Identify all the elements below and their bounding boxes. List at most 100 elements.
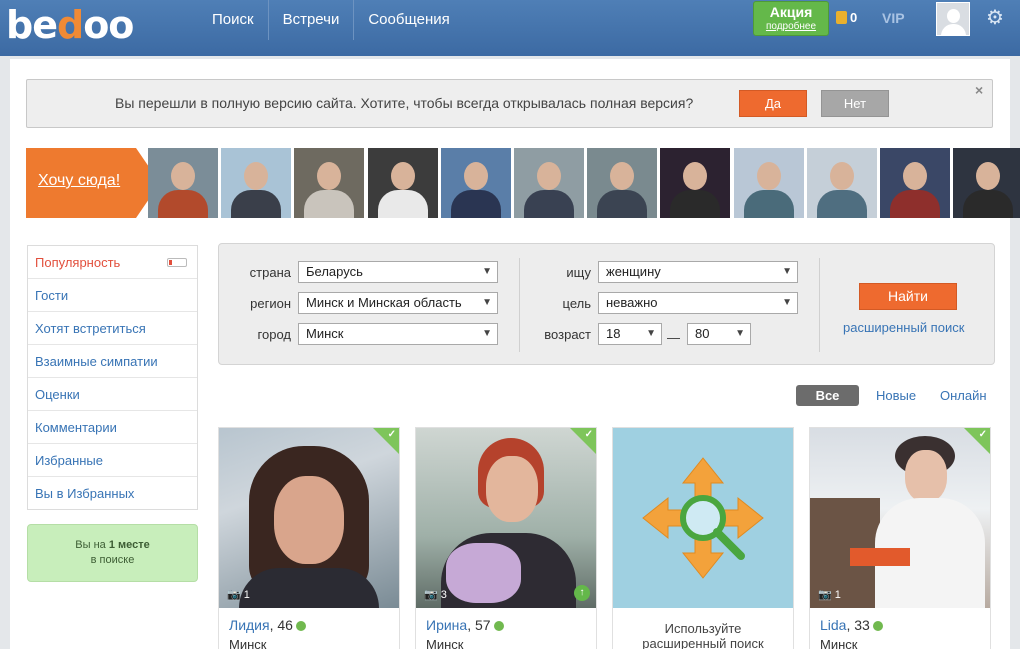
advanced-search-illustration [613,428,793,608]
strip-user-photo[interactable] [587,148,658,218]
tab-new[interactable]: Новые [876,388,916,403]
profile-name-link[interactable]: Лидия [229,617,270,633]
seek-value: женщину [606,264,661,279]
region-select[interactable]: Минск и Минская область ▼ [298,292,498,314]
gear-icon[interactable]: ⚙ [986,7,1004,29]
strip-user-photo[interactable] [148,148,218,218]
nav-search[interactable]: Поиск [198,0,268,40]
promo-button[interactable]: Акция подробнее [753,1,829,36]
strip-user-photo[interactable] [514,148,584,218]
promo-details-link[interactable]: подробнее [754,21,828,33]
age-to-select[interactable]: 80 ▼ [687,323,751,345]
profile-city: Минск [426,637,464,649]
want-here-button[interactable]: Хочу сюда! [26,148,136,218]
age-from-select[interactable]: 18 ▼ [598,323,662,345]
chevron-down-icon: ▼ [482,266,492,277]
user-avatar[interactable] [936,2,970,36]
goal-value: неважно [606,295,658,310]
city-select[interactable]: Минск ▼ [298,323,498,345]
profile-name[interactable]: Лидия, 46 [229,617,306,633]
sidebar-item-want-to-meet[interactable]: Хотят встретиться [28,312,197,345]
profile-photo[interactable] [219,428,399,608]
online-dot-icon [872,621,883,631]
photo-count: 1 [834,589,841,601]
goal-select[interactable]: неважно ▼ [598,292,798,314]
close-icon[interactable]: × [975,82,983,98]
strip-user-photo[interactable] [806,148,877,218]
coins-icon [836,11,847,24]
divider [819,258,820,352]
search-form: страна Беларусь ▼ регион Минск и Минская … [218,243,995,365]
chevron-down-icon: ▼ [782,297,792,308]
sidebar-item-guests[interactable]: Гости [28,279,197,312]
profile-name-link[interactable]: Lida [820,617,846,633]
tab-online[interactable]: Онлайн [940,388,987,403]
strip-user-photo[interactable] [660,148,731,218]
main-nav: Поиск Встречи Сообщения [198,0,464,40]
tab-all[interactable]: Все [796,385,859,406]
check-icon: ✓ [584,429,593,440]
sidebar-item-label: Популярность [35,255,121,270]
advanced-search-card[interactable]: Используйте расширенный поиск [612,427,794,649]
profile-age: , 57 [467,617,491,633]
profile-name[interactable]: Ирина, 57 [426,617,504,633]
profile-photo[interactable] [416,428,596,608]
profile-card[interactable]: ✓ 📷 3 ↑ Ирина, 57 Минск [415,427,597,649]
strip-user-photo[interactable] [440,148,511,218]
featured-strip: Хочу сюда! [26,148,1020,218]
sidebar-item-in-favorites[interactable]: Вы в Избранных [28,477,197,510]
no-button[interactable]: Нет [821,90,889,117]
yes-button[interactable]: Да [739,90,807,117]
logo[interactable]: bedoo [6,2,134,48]
age-to-value: 80 [695,326,710,341]
coins-balance[interactable]: 0 [836,10,857,25]
strip-user-photo[interactable] [880,148,950,218]
photo-count: 1 [243,589,250,601]
strip-user-photo[interactable] [367,148,438,218]
sidebar-menu: Популярность Гости Хотят встретиться Вза… [27,245,198,510]
nav-meetings[interactable]: Встречи [267,0,354,40]
seek-select[interactable]: женщину ▼ [598,261,798,283]
find-button[interactable]: Найти [859,283,957,310]
profile-age: , 33 [846,617,870,633]
chevron-down-icon: ▼ [735,328,745,339]
vip-button[interactable]: VIP [882,10,905,26]
country-select[interactable]: Беларусь ▼ [298,261,498,283]
sidebar-item-popularity[interactable]: Популярность [28,246,197,279]
profile-card[interactable]: ✓ 📷 1 Лидия, 46 Минск [218,427,400,649]
strip-user-photo[interactable] [733,148,804,218]
profile-name[interactable]: Lida, 33 [820,617,883,633]
advanced-search-link[interactable]: расширенный поиск [843,320,964,335]
check-icon: ✓ [387,429,396,440]
profile-name-link[interactable]: Ирина [426,617,467,633]
sidebar-item-comments[interactable]: Комментарии [28,411,197,444]
age-label: возраст [544,327,591,342]
advanced-search-caption[interactable]: Используйте расширенный поиск [613,621,793,649]
profile-city: Минск [820,637,858,649]
country-label: страна [249,265,291,280]
profile-city: Минск [229,637,267,649]
camera-icon: 📷 1 [818,589,841,601]
rank-prefix: Вы на [75,539,106,551]
city-label: город [257,327,291,342]
photo-count: 3 [440,589,447,601]
top-bar: bedoo Поиск Встречи Сообщения Акция подр… [0,0,1020,56]
chevron-down-icon: ▼ [782,266,792,277]
profile-card[interactable]: ✓ 📷 1 Lida, 33 Минск [809,427,991,649]
chevron-down-icon: ▼ [482,297,492,308]
check-icon: ✓ [978,429,987,440]
rank-suffix: в поиске [90,554,135,566]
sidebar-item-favorites[interactable]: Избранные [28,444,197,477]
chevron-down-icon: ▼ [482,328,492,339]
profile-photo[interactable] [810,428,990,608]
sidebar-item-mutual-likes[interactable]: Взаимные симпатии [28,345,197,378]
nav-messages[interactable]: Сообщения [353,0,463,40]
magnifier-arrows-icon [642,457,764,579]
strip-user-photo[interactable] [953,148,1020,218]
chevron-down-icon: ▼ [646,328,656,339]
want-here-label: Хочу сюда! [38,172,121,189]
sidebar-item-ratings[interactable]: Оценки [28,378,197,411]
age-dash: — [667,330,680,345]
strip-user-photo[interactable] [221,148,292,218]
strip-user-photo[interactable] [294,148,365,218]
